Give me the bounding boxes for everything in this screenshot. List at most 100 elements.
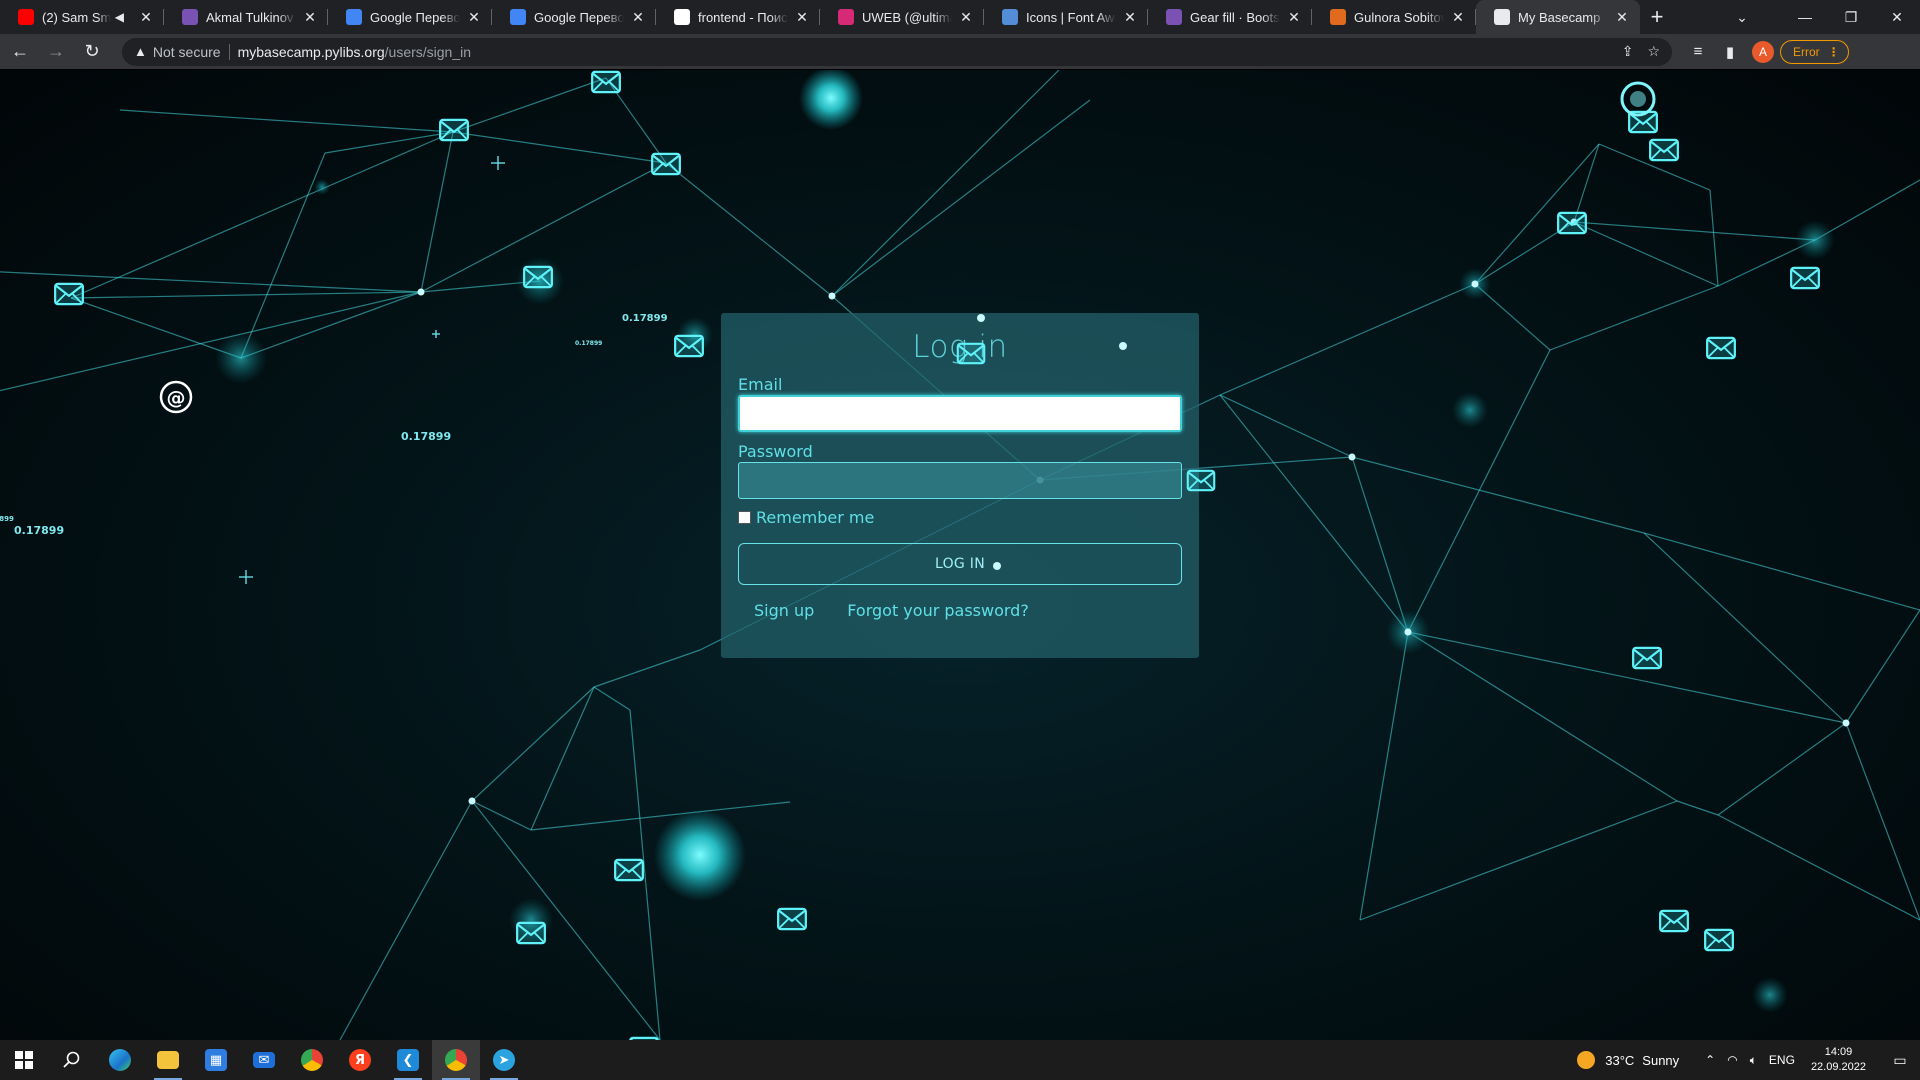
browser-tab[interactable]: Google Переводчик ✕ xyxy=(328,0,492,34)
security-label[interactable]: Not secure xyxy=(153,44,221,60)
tab-search-icon[interactable]: ⌄ xyxy=(1722,9,1762,26)
login-title: Log in xyxy=(912,329,1008,365)
network-link xyxy=(665,162,833,297)
envelope-icon xyxy=(591,70,621,94)
close-window-button[interactable]: ✕ xyxy=(1874,9,1920,26)
muted-speaker-icon[interactable]: ◀ xyxy=(115,10,124,24)
envelope-icon xyxy=(614,858,644,882)
network-link xyxy=(1351,456,1409,633)
envelope-icon xyxy=(1557,211,1587,235)
browser-tab[interactable]: My Basecamp ✕ xyxy=(1476,0,1640,34)
remember-me-checkbox[interactable] xyxy=(738,511,751,524)
windows-taskbar: ▦ ✉ Я ❮ ➤ 33°C Sunny ⌃ ◠ 🔈︎ ENG 14:09 22… xyxy=(0,1040,1920,1080)
notification-center-icon[interactable]: ▭ xyxy=(1880,1052,1920,1069)
close-tab-icon[interactable]: ✕ xyxy=(138,9,154,25)
weather-widget[interactable]: 33°C Sunny xyxy=(1577,1051,1679,1069)
vscode-icon[interactable]: ❮ xyxy=(384,1040,432,1080)
browser-tab[interactable]: frontend - Поиск в Google ✕ xyxy=(656,0,820,34)
restore-button[interactable]: ❐ xyxy=(1828,9,1874,26)
network-link xyxy=(70,297,242,359)
warning-icon[interactable]: ▲ xyxy=(134,44,147,59)
network-node xyxy=(1471,280,1479,288)
chevron-up-icon[interactable]: ⌃ xyxy=(1705,1053,1715,1067)
network-node xyxy=(1348,453,1356,461)
edge-icon[interactable] xyxy=(96,1040,144,1080)
close-tab-icon[interactable]: ✕ xyxy=(1614,9,1630,25)
windows-start-icon[interactable] xyxy=(0,1040,48,1080)
close-tab-icon[interactable]: ✕ xyxy=(958,9,974,25)
close-tab-icon[interactable]: ✕ xyxy=(1122,9,1138,25)
close-tab-icon[interactable]: ✕ xyxy=(1286,9,1302,25)
close-tab-icon[interactable]: ✕ xyxy=(466,9,482,25)
login-card: Log in Email Password Remember me LOG IN… xyxy=(721,313,1199,658)
glow-orb xyxy=(215,332,267,384)
close-tab-icon[interactable]: ✕ xyxy=(1450,9,1466,25)
new-tab-button[interactable]: + xyxy=(1640,0,1674,34)
floating-number: 0.17899 xyxy=(575,340,603,347)
plus-markers xyxy=(239,156,505,584)
password-field[interactable] xyxy=(738,462,1182,499)
network-link xyxy=(1407,349,1551,633)
envelope-icon xyxy=(1706,336,1736,360)
browser-tab[interactable]: UWEB (@ultimateweb) ✕ xyxy=(820,0,984,34)
browser-tab[interactable]: Icons | Font Awesome ✕ xyxy=(984,0,1148,34)
network-link xyxy=(593,686,631,711)
network-link xyxy=(452,77,607,133)
telegram-icon[interactable]: ➤ xyxy=(480,1040,528,1080)
glow-orb xyxy=(799,70,863,130)
address-divider xyxy=(228,43,230,60)
yandex-icon[interactable]: Я xyxy=(336,1040,384,1080)
address-bar[interactable]: ▲ Not secure mybasecamp.pylibs.org /user… xyxy=(122,37,1672,66)
browser-tab[interactable]: Akmal Tulkinov ✕ xyxy=(164,0,328,34)
close-tab-icon[interactable]: ✕ xyxy=(302,9,318,25)
network-link xyxy=(1219,394,1409,633)
clock[interactable]: 14:09 22.09.2022 xyxy=(1811,1045,1866,1075)
browser-tab[interactable]: Gear fill · Bootstrap ✕ xyxy=(1148,0,1312,34)
window-controls: ⌄ — ❐ ✕ xyxy=(1722,0,1920,34)
browser-tab[interactable]: Gulnora Sobitova ✕ xyxy=(1312,0,1476,34)
system-tray: ⌃ ◠ 🔈︎ ENG xyxy=(1699,1053,1801,1068)
browser-tab[interactable]: Google Переводчик ✕ xyxy=(492,0,656,34)
chrome-icon[interactable] xyxy=(288,1040,336,1080)
remember-me-label[interactable]: Remember me xyxy=(756,508,874,527)
tab-title: Gulnora Sobitova xyxy=(1354,9,1444,25)
share-icon[interactable]: ⇪ xyxy=(1622,43,1634,60)
font-awesome-flag-icon xyxy=(1002,9,1018,25)
login-button[interactable]: LOG IN xyxy=(738,543,1182,585)
network-link xyxy=(1359,631,1409,921)
browser-tab[interactable]: (2) Sam Smith ◀ ✕ xyxy=(0,0,164,34)
minimize-button[interactable]: — xyxy=(1782,9,1828,25)
network-link xyxy=(593,649,701,688)
network-link xyxy=(831,70,1060,297)
url-path: /users/sign_in xyxy=(384,43,472,60)
error-button[interactable]: Error ⋮ xyxy=(1780,39,1849,64)
bookmark-star-icon[interactable]: ☆ xyxy=(1647,43,1660,60)
tab-title: Akmal Tulkinov xyxy=(206,9,294,25)
close-tab-icon[interactable]: ✕ xyxy=(794,9,810,25)
remember-me-row: Remember me xyxy=(738,508,1182,527)
side-panel-icon[interactable]: ▮ xyxy=(1714,36,1746,68)
wifi-icon[interactable]: ◠ xyxy=(1727,1053,1737,1067)
network-node xyxy=(468,797,476,805)
mail-icon[interactable]: ✉ xyxy=(240,1040,288,1080)
back-button[interactable]: ← xyxy=(4,36,36,68)
network-link xyxy=(1219,394,1353,458)
file-explorer-icon[interactable] xyxy=(144,1040,192,1080)
network-node xyxy=(417,288,425,296)
close-tab-icon[interactable]: ✕ xyxy=(630,9,646,25)
store-icon[interactable]: ▦ xyxy=(192,1040,240,1080)
reload-button[interactable]: ↻ xyxy=(76,36,108,68)
volume-icon[interactable]: 🔈︎ xyxy=(1750,1053,1757,1068)
profile-avatar[interactable]: A xyxy=(1752,40,1774,63)
media-control-icon[interactable]: ≡ xyxy=(1682,36,1714,68)
glow-orb xyxy=(1452,392,1488,428)
tab-title: My Basecamp xyxy=(1518,9,1601,25)
sign-up-link[interactable]: Sign up xyxy=(754,601,814,620)
chrome-profile-icon[interactable] xyxy=(432,1040,480,1080)
language-indicator[interactable]: ENG xyxy=(1769,1053,1795,1067)
forgot-password-link[interactable]: Forgot your password? xyxy=(847,601,1029,620)
search-icon[interactable] xyxy=(48,1040,96,1080)
email-field[interactable] xyxy=(738,395,1182,432)
google-icon xyxy=(674,9,690,25)
forward-button[interactable]: → xyxy=(40,36,72,68)
